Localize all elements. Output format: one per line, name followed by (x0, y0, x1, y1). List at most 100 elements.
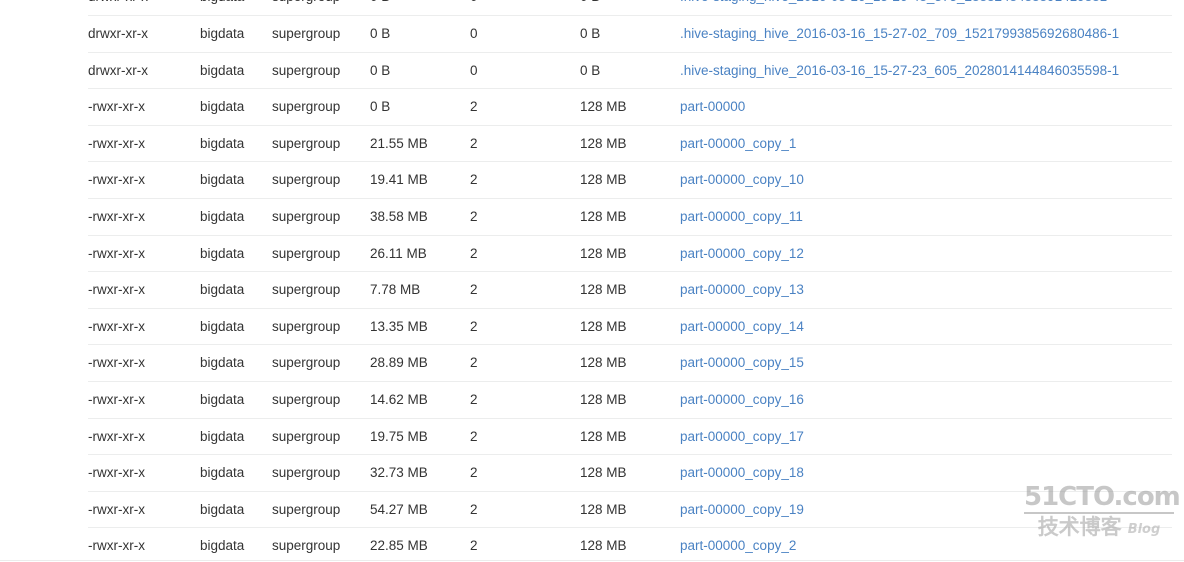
file-link[interactable]: .hive-staging_hive_2016-03-16_15-27-23_6… (680, 63, 1119, 78)
cell-replication: 2 (470, 527, 580, 562)
cell-size: 26.11 MB (370, 235, 470, 273)
cell-group: supergroup (272, 418, 370, 456)
cell-replication: 2 (470, 198, 580, 236)
table-row: -rwxr-xr-x bigdata supergroup 22.85 MB 2 128 … (88, 527, 1172, 562)
cell-size: 28.89 MB (370, 344, 470, 383)
directory-listing: drwxr-xr-x bigdata supergroup 0 B00 B .hive-… (88, 0, 1172, 562)
table-row: -rwxr-xr-x bigdata supergroup 13.35 MB 2 128 … (88, 308, 1172, 346)
cell-group: supergroup (272, 88, 370, 126)
cell-owner: bigdata (200, 88, 272, 126)
cell-owner: bigdata (200, 454, 272, 492)
cell-block-size: 128 MB (580, 125, 680, 163)
cell-owner: bigdata (200, 0, 272, 17)
cell-name: part-00000_copy_10 (680, 161, 1172, 200)
cell-size: 32.73 MB (370, 454, 470, 492)
cell-size: 19.75 MB (370, 418, 470, 456)
file-link[interactable]: part-00000_copy_16 (680, 392, 804, 407)
cell-name: part-00000_copy_13 (680, 271, 1172, 309)
file-link[interactable]: .hive-staging_hive_2016-03-16_15-27-02_7… (680, 26, 1119, 41)
table-row: -rwxr-xr-x bigdata supergroup 19.75 MB 2 128 … (88, 418, 1172, 456)
cell-replication: 0 (470, 0, 580, 17)
cell-name: part-00000_copy_17 (680, 418, 1172, 456)
cell-block-size: 0 B (580, 0, 680, 17)
cell-block-size: 128 MB (580, 527, 680, 562)
cell-owner: bigdata (200, 308, 272, 346)
cell-replication: 2 (470, 454, 580, 492)
cell-group: supergroup (272, 344, 370, 383)
cell-size: 0 B (370, 15, 470, 53)
file-link[interactable]: part-00000_copy_1 (680, 136, 796, 151)
cell-permission: -rwxr-xr-x (88, 344, 200, 383)
cell-group: supergroup (272, 235, 370, 273)
file-link[interactable]: .hive-staging_hive_2016-03-16_15-26-48_3… (680, 0, 1107, 4)
cell-owner: bigdata (200, 418, 272, 456)
file-link[interactable]: part-00000_copy_11 (680, 209, 803, 224)
cell-replication: 2 (470, 88, 580, 126)
file-listing-body: drwxr-xr-x bigdata supergroup 0 B00 B .hive-… (88, 0, 1172, 562)
cell-replication: 2 (470, 161, 580, 200)
table-row: drwxr-xr-xbigdatasupergroup0 B00 B.hive-… (88, 15, 1172, 53)
cell-owner: bigdata (200, 235, 272, 273)
cell-size: 0 B (370, 52, 470, 90)
table-row: -rwxr-xr-x bigdata supergroup 14.62 MB 2 128 … (88, 381, 1172, 419)
cell-block-size: 128 MB (580, 308, 680, 346)
cell-block-size: 128 MB (580, 271, 680, 309)
file-link[interactable]: part-00000_copy_13 (680, 282, 804, 297)
cell-name: part-00000_copy_18 (680, 454, 1172, 492)
cell-permission: -rwxr-xr-x (88, 125, 200, 163)
cell-owner: bigdata (200, 52, 272, 90)
cell-owner: bigdata (200, 161, 272, 200)
cell-block-size: 128 MB (580, 381, 680, 419)
cell-owner: bigdata (200, 198, 272, 236)
file-link[interactable]: part-00000_copy_12 (680, 246, 804, 261)
cell-size: 22.85 MB (370, 527, 470, 562)
table-row: drwxr-xr-xbigdatasupergroup0 B00 B.hive-… (88, 0, 1172, 17)
cell-replication: 2 (470, 344, 580, 383)
cell-group: supergroup (272, 381, 370, 419)
cell-permission: drwxr-xr-x (88, 52, 200, 90)
cell-block-size: 128 MB (580, 198, 680, 236)
file-link[interactable]: part-00000_copy_10 (680, 172, 804, 187)
table-row: -rwxr-xr-x bigdata supergroup 0 B 2 128 MB par… (88, 88, 1172, 126)
cell-replication: 2 (470, 125, 580, 163)
cell-owner: bigdata (200, 125, 272, 163)
cell-size: 19.41 MB (370, 161, 470, 200)
cell-permission: -rwxr-xr-x (88, 527, 200, 562)
cell-size: 38.58 MB (370, 198, 470, 236)
cell-block-size: 128 MB (580, 235, 680, 273)
cell-replication: 0 (470, 15, 580, 53)
cell-group: supergroup (272, 271, 370, 309)
viewport-bottom-rule (0, 560, 1184, 561)
file-listing-table: drwxr-xr-x bigdata supergroup 0 B00 B .hive-… (88, 0, 1172, 562)
cell-permission: -rwxr-xr-x (88, 381, 200, 419)
table-row: -rwxr-xr-x bigdata supergroup 38.58 MB 2 128 … (88, 198, 1172, 236)
cell-group: supergroup (272, 0, 370, 17)
cell-name: .hive-staging_hive_2016-03-16_15-27-02_7… (680, 15, 1172, 53)
table-row: -rwxr-xr-x bigdata supergroup 19.41 MB 2 128 … (88, 161, 1172, 200)
cell-replication: 2 (470, 381, 580, 419)
cell-group: supergroup (272, 308, 370, 346)
cell-owner: bigdata (200, 271, 272, 309)
cell-name: part-00000_copy_1 (680, 125, 1172, 163)
cell-block-size: 128 MB (580, 454, 680, 492)
file-link[interactable]: part-00000_copy_18 (680, 465, 804, 480)
file-link[interactable]: part-00000_copy_15 (680, 355, 804, 370)
cell-size: 0 B (370, 88, 470, 126)
cell-name: part-00000_copy_15 (680, 344, 1172, 383)
file-link[interactable]: part-00000_copy_2 (680, 538, 796, 553)
cell-group: supergroup (272, 198, 370, 236)
cell-block-size: 0 B (580, 52, 680, 90)
cell-replication: 2 (470, 418, 580, 456)
file-link[interactable]: part-00000_copy_14 (680, 319, 804, 334)
file-link[interactable]: part-00000_copy_19 (680, 502, 804, 517)
cell-group: supergroup (272, 52, 370, 90)
file-link[interactable]: part-00000 (680, 99, 745, 114)
file-link[interactable]: part-00000_copy_17 (680, 429, 804, 444)
cell-group: supergroup (272, 491, 370, 529)
table-row: -rwxr-xr-x bigdata supergroup 7.78 MB 2 128 M… (88, 271, 1172, 309)
cell-block-size: 128 MB (580, 491, 680, 529)
cell-owner: bigdata (200, 381, 272, 419)
cell-replication: 2 (470, 235, 580, 273)
cell-block-size: 128 MB (580, 344, 680, 383)
cell-name: .hive-staging_hive_2016-03-16_15-27-23_6… (680, 52, 1172, 90)
